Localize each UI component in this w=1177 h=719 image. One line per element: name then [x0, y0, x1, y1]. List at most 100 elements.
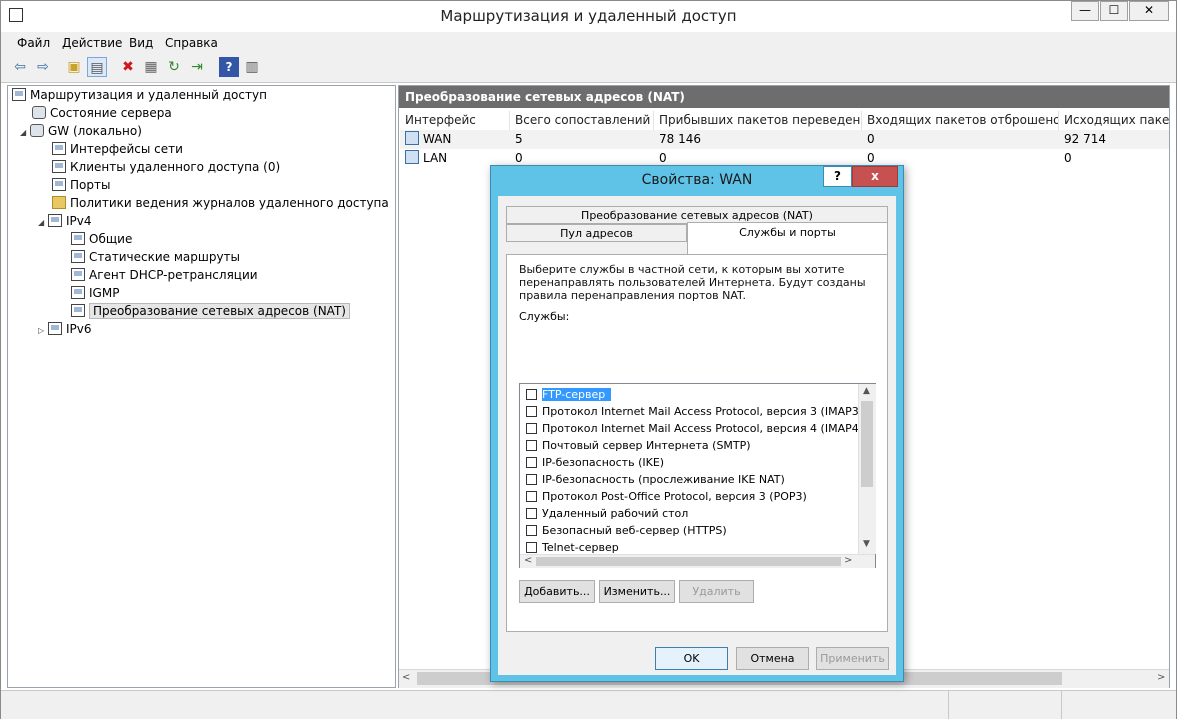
dialog-body: Преобразование сетевых адресов (NAT) Пул…	[498, 196, 896, 675]
expand-arrow-icon[interactable]: ◢	[38, 214, 48, 232]
services-list[interactable]: FTP-сервер Протокол Internet Mail Access…	[519, 383, 876, 568]
help-button[interactable]: ?	[823, 166, 852, 187]
forward-icon[interactable]: ⇨	[33, 57, 53, 77]
delete-icon[interactable]: ✖	[118, 57, 138, 77]
column-header-inbound-dropped[interactable]: Входящих пакетов отброшено	[862, 111, 1059, 130]
close-button[interactable]: ✕	[1129, 1, 1169, 21]
edit-button[interactable]: Изменить...	[599, 580, 675, 603]
toolbar: ⇦ ⇨ ▣ ▤ ✖ ▦ ↻ ⇥ ? ▥	[1, 54, 1176, 83]
dialog-close-button[interactable]: x	[852, 166, 898, 187]
service-checkbox[interactable]	[526, 508, 537, 519]
cell-inbound-translated: 78 146	[659, 132, 701, 146]
service-checkbox[interactable]	[526, 474, 537, 485]
list-item[interactable]: FTP-сервер	[522, 386, 612, 403]
tree-item-nat[interactable]: Преобразование сетевых адресов (NAT)	[71, 302, 350, 320]
scroll-thumb[interactable]	[536, 557, 841, 566]
properties-dialog: Свойства: WAN ? x Преобразование сетевых…	[490, 165, 904, 682]
service-checkbox[interactable]	[526, 525, 537, 536]
tree-item-remote-clients[interactable]: Клиенты удаленного доступа (0)	[52, 158, 280, 176]
tab-services-ports[interactable]: Службы и порты	[687, 222, 888, 255]
menu-view[interactable]: Вид	[123, 32, 159, 54]
scroll-up-icon[interactable]: ▲	[863, 386, 870, 396]
column-header-interface[interactable]: Интерфейс	[400, 111, 510, 130]
services-label: Службы:	[519, 310, 570, 323]
menu-help[interactable]: Справка	[159, 32, 224, 54]
tree-item-igmp[interactable]: IGMP	[71, 284, 119, 302]
ok-button[interactable]: OK	[655, 647, 728, 670]
export-icon[interactable]: ⇥	[187, 57, 207, 77]
refresh-icon[interactable]: ↻	[164, 57, 184, 77]
table-row[interactable]: WAN 5 78 146 0 92 714	[400, 130, 1169, 149]
service-checkbox[interactable]	[526, 491, 537, 502]
server-icon	[30, 124, 44, 137]
network-icon	[71, 286, 85, 299]
menu-action[interactable]: Действие	[56, 32, 128, 54]
scroll-right-icon[interactable]: >	[1157, 672, 1165, 683]
up-folder-icon[interactable]: ▣	[64, 57, 84, 77]
tree-item-ipv4[interactable]: ◢ IPv4	[38, 212, 92, 230]
tree-item-logging-policies[interactable]: Политики ведения журналов удаленного дос…	[52, 194, 389, 212]
service-checkbox[interactable]	[526, 457, 537, 468]
expand-arrow-icon[interactable]: ◢	[20, 124, 30, 142]
tab-address-pool[interactable]: Пул адресов	[506, 224, 687, 242]
network-icon	[71, 250, 85, 263]
menu-file[interactable]: Файл	[11, 32, 56, 54]
status-divider	[948, 691, 949, 719]
title-bar[interactable]: Маршрутизация и удаленный доступ — ☐ ✕	[1, 1, 1176, 32]
scroll-left-icon[interactable]: <	[402, 672, 410, 683]
network-icon	[52, 178, 66, 191]
collapse-arrow-icon[interactable]: ▷	[38, 322, 48, 340]
list-item[interactable]: Почтовый сервер Интернета (SMTP)	[522, 437, 751, 454]
list-item[interactable]: Протокол Internet Mail Access Protocol, …	[522, 403, 863, 420]
tab-page-services: Выберите службы в частной сети, к которы…	[506, 254, 888, 632]
vertical-scrollbar[interactable]: ▲ ▼	[858, 384, 876, 554]
service-checkbox[interactable]	[526, 423, 537, 434]
column-header-outbound[interactable]: Исходящих пакетов	[1059, 111, 1169, 130]
list-item[interactable]: Протокол Internet Mail Access Protocol, …	[522, 420, 863, 437]
column-header-total-mappings[interactable]: Всего сопоставлений	[510, 111, 654, 130]
scroll-down-icon[interactable]: ▼	[863, 539, 870, 549]
network-icon	[71, 304, 85, 317]
cell-interface: LAN	[423, 151, 448, 165]
cancel-button[interactable]: Отмена	[736, 647, 809, 670]
list-item[interactable]: Удаленный рабочий стол	[522, 505, 688, 522]
service-checkbox[interactable]	[526, 542, 537, 553]
apply-button[interactable]: Применить	[816, 647, 889, 670]
network-icon	[71, 232, 85, 245]
remove-button[interactable]: Удалить	[679, 580, 754, 603]
horizontal-scrollbar[interactable]: < >	[520, 554, 875, 568]
tree-item-dhcp-relay[interactable]: Агент DHCP-ретрансляции	[71, 266, 258, 284]
back-icon[interactable]: ⇦	[10, 57, 30, 77]
tree-item-gw[interactable]: ◢ GW (локально)	[20, 122, 142, 140]
list-item[interactable]: IP-безопасность (прослеживание IKE NAT)	[522, 471, 785, 488]
tree-item-general[interactable]: Общие	[71, 230, 132, 248]
tree-item-ports[interactable]: Порты	[52, 176, 110, 194]
add-button[interactable]: Добавить...	[519, 580, 595, 603]
properties-icon[interactable]: ▦	[141, 57, 161, 77]
scroll-thumb[interactable]	[861, 401, 873, 487]
service-checkbox[interactable]	[526, 389, 537, 400]
list-item[interactable]: Протокол Post-Office Protocol, версия 3 …	[522, 488, 807, 505]
service-checkbox[interactable]	[526, 406, 537, 417]
scroll-left-icon[interactable]: <	[524, 555, 532, 567]
tree-item-ipv6[interactable]: ▷ IPv6	[38, 320, 92, 338]
tree-item-server-status[interactable]: Состояние сервера	[32, 104, 172, 122]
minimize-button[interactable]: —	[1071, 1, 1099, 21]
tree-root[interactable]: Маршрутизация и удаленный доступ	[12, 86, 267, 104]
list-item[interactable]: IP-безопасность (IKE)	[522, 454, 664, 471]
maximize-button[interactable]: ☐	[1100, 1, 1128, 21]
network-icon	[52, 160, 66, 173]
tree-item-static-routes[interactable]: Статические маршруты	[71, 248, 240, 266]
list-item[interactable]: Безопасный веб-сервер (HTTPS)	[522, 522, 727, 539]
help-icon[interactable]: ?	[219, 57, 239, 77]
network-icon	[52, 142, 66, 155]
tree-item-network-interfaces[interactable]: Интерфейсы сети	[52, 140, 183, 158]
scroll-right-icon[interactable]: >	[844, 555, 852, 567]
description-text: Выберите службы в частной сети, к которы…	[519, 263, 866, 302]
service-checkbox[interactable]	[526, 440, 537, 451]
cell-outbound: 0	[1064, 151, 1072, 165]
cell-interface: WAN	[423, 132, 452, 146]
column-header-inbound-translated[interactable]: Прибывших пакетов переведено	[654, 111, 862, 130]
console-icon[interactable]: ▥	[242, 57, 262, 77]
show-hide-tree-icon[interactable]: ▤	[87, 57, 107, 77]
